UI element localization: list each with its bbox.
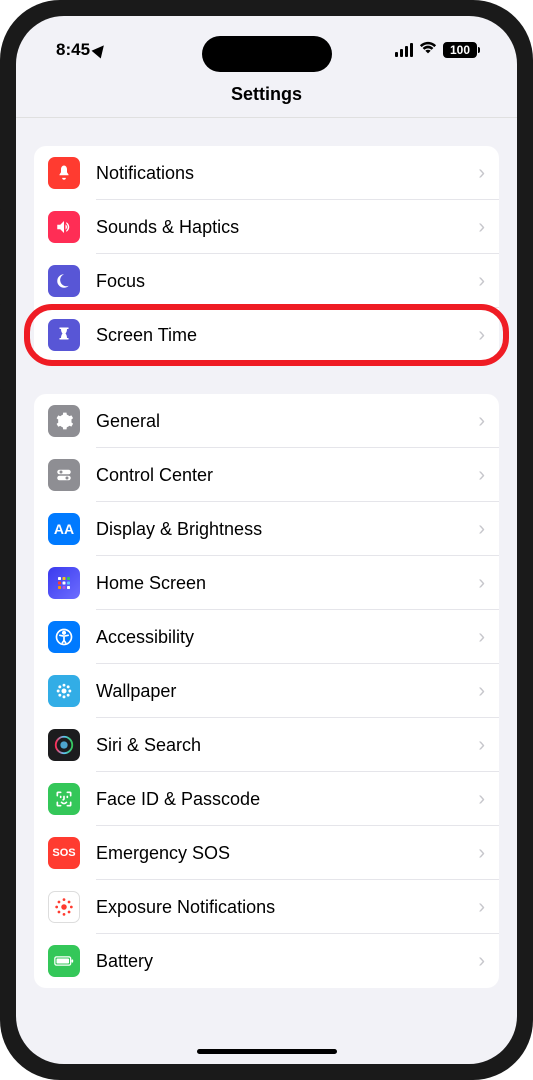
face-id-icon	[48, 783, 80, 815]
chevron-right-icon: ›	[478, 734, 485, 757]
exposure-icon	[48, 891, 80, 923]
battery-icon: 100	[443, 42, 477, 58]
notifications-icon	[48, 157, 80, 189]
settings-group-2: General › Control Center › AA Display & …	[34, 394, 499, 988]
row-label: Exposure Notifications	[96, 897, 478, 918]
phone-frame: 8:45 100 Settings	[0, 0, 533, 1080]
wallpaper-icon	[48, 675, 80, 707]
row-accessibility[interactable]: Accessibility ›	[34, 610, 499, 664]
row-general[interactable]: General ›	[34, 394, 499, 448]
row-label: Wallpaper	[96, 681, 478, 702]
battery-icon	[48, 945, 80, 977]
row-siri-search[interactable]: Siri & Search ›	[34, 718, 499, 772]
row-label: Siri & Search	[96, 735, 478, 756]
row-sounds-haptics[interactable]: Sounds & Haptics ›	[34, 200, 499, 254]
mute-switch	[0, 175, 1, 210]
row-notifications[interactable]: Notifications ›	[34, 146, 499, 200]
chevron-right-icon: ›	[478, 842, 485, 865]
screen-time-icon	[48, 319, 80, 351]
row-label: Notifications	[96, 163, 478, 184]
home-indicator[interactable]	[197, 1049, 337, 1054]
chevron-right-icon: ›	[478, 162, 485, 185]
row-label: Battery	[96, 951, 478, 972]
row-label: Control Center	[96, 465, 478, 486]
settings-group-1: Notifications › Sounds & Haptics › Focus…	[34, 146, 499, 362]
sounds-icon	[48, 211, 80, 243]
row-label: Focus	[96, 271, 478, 292]
chevron-right-icon: ›	[478, 788, 485, 811]
row-control-center[interactable]: Control Center ›	[34, 448, 499, 502]
row-face-id[interactable]: Face ID & Passcode ›	[34, 772, 499, 826]
status-time: 8:45	[56, 40, 90, 60]
sos-label: SOS	[52, 847, 75, 859]
wifi-icon	[419, 40, 437, 60]
chevron-right-icon: ›	[478, 626, 485, 649]
chevron-right-icon: ›	[478, 216, 485, 239]
row-label: Face ID & Passcode	[96, 789, 478, 810]
row-label: Screen Time	[96, 325, 478, 346]
display-icon: AA	[48, 513, 80, 545]
chevron-right-icon: ›	[478, 896, 485, 919]
row-exposure-notifications[interactable]: Exposure Notifications ›	[34, 880, 499, 934]
row-emergency-sos[interactable]: SOS Emergency SOS ›	[34, 826, 499, 880]
chevron-right-icon: ›	[478, 572, 485, 595]
focus-icon	[48, 265, 80, 297]
row-wallpaper[interactable]: Wallpaper ›	[34, 664, 499, 718]
status-right: 100	[395, 40, 477, 60]
volume-up	[0, 240, 1, 305]
chevron-right-icon: ›	[478, 410, 485, 433]
general-icon	[48, 405, 80, 437]
siri-icon	[48, 729, 80, 761]
row-label: Home Screen	[96, 573, 478, 594]
settings-content[interactable]: Notifications › Sounds & Haptics › Focus…	[16, 118, 517, 1020]
chevron-right-icon: ›	[478, 950, 485, 973]
sos-icon: SOS	[48, 837, 80, 869]
page-title: Settings	[16, 74, 517, 118]
cellular-icon	[395, 43, 413, 57]
row-screen-time[interactable]: Screen Time ›	[34, 308, 499, 362]
row-battery[interactable]: Battery ›	[34, 934, 499, 988]
location-icon	[92, 42, 109, 59]
screen: 8:45 100 Settings	[16, 16, 517, 1064]
row-label: General	[96, 411, 478, 432]
row-label: Display & Brightness	[96, 519, 478, 540]
home-screen-icon	[48, 567, 80, 599]
row-label: Emergency SOS	[96, 843, 478, 864]
chevron-right-icon: ›	[478, 464, 485, 487]
chevron-right-icon: ›	[478, 680, 485, 703]
dynamic-island	[202, 36, 332, 72]
chevron-right-icon: ›	[478, 518, 485, 541]
accessibility-icon	[48, 621, 80, 653]
status-left: 8:45	[56, 40, 106, 60]
volume-down	[0, 325, 1, 390]
row-display-brightness[interactable]: AA Display & Brightness ›	[34, 502, 499, 556]
row-label: Sounds & Haptics	[96, 217, 478, 238]
row-focus[interactable]: Focus ›	[34, 254, 499, 308]
row-home-screen[interactable]: Home Screen ›	[34, 556, 499, 610]
control-center-icon	[48, 459, 80, 491]
chevron-right-icon: ›	[478, 324, 485, 347]
row-label: Accessibility	[96, 627, 478, 648]
chevron-right-icon: ›	[478, 270, 485, 293]
battery-level: 100	[450, 43, 470, 57]
